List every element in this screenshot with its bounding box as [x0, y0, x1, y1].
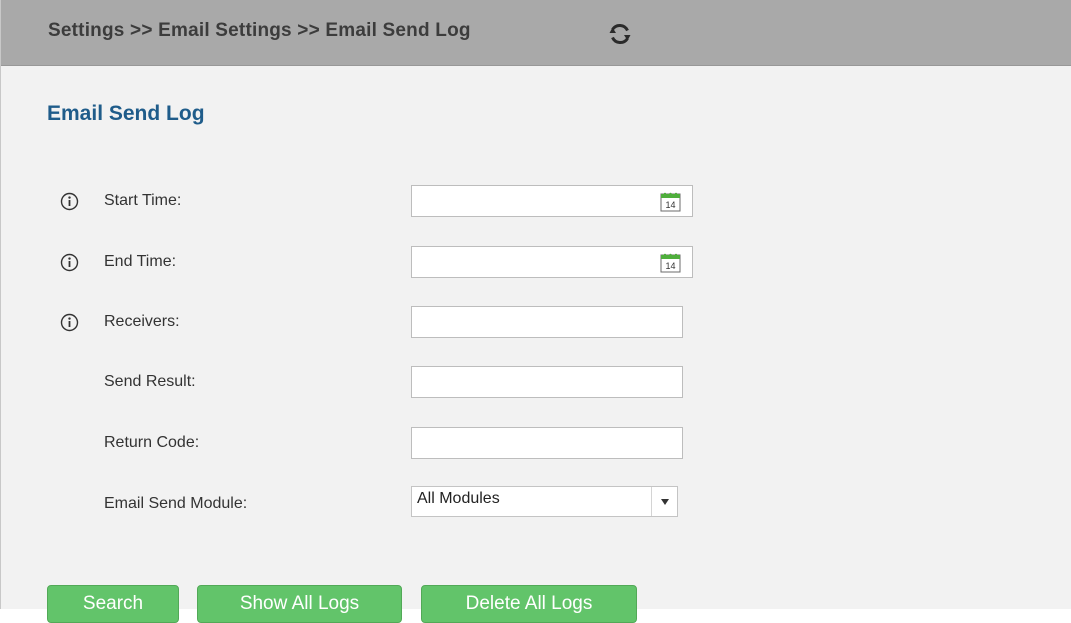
- return-code-row: Return Code:: [0, 427, 700, 459]
- email-send-module-label: Email Send Module:: [104, 495, 248, 512]
- email-send-module-value: All Modules: [417, 490, 500, 507]
- info-icon[interactable]: [60, 313, 79, 332]
- receivers-label: Receivers:: [104, 313, 180, 330]
- end-time-row: End Time: 14: [0, 246, 700, 278]
- receivers-input[interactable]: [411, 306, 683, 338]
- breadcrumb-bar: Settings >> Email Settings >> Email Send…: [1, 0, 1071, 66]
- return-code-input[interactable]: [411, 427, 683, 459]
- email-send-module-row: Email Send Module: All Modules: [0, 484, 700, 517]
- breadcrumb: Settings >> Email Settings >> Email Send…: [48, 20, 471, 41]
- calendar-day: 14: [665, 261, 675, 271]
- page-frame: [0, 0, 1071, 609]
- search-button[interactable]: Search: [47, 585, 179, 623]
- show-all-logs-button[interactable]: Show All Logs: [197, 585, 402, 623]
- dropdown-toggle[interactable]: [651, 487, 677, 516]
- receivers-row: Receivers:: [0, 306, 700, 338]
- send-result-label: Send Result:: [104, 373, 196, 390]
- refresh-icon[interactable]: [607, 21, 633, 47]
- end-time-label: End Time:: [104, 253, 177, 270]
- send-result-input[interactable]: [411, 366, 683, 398]
- calendar-icon[interactable]: 14: [660, 252, 681, 273]
- calendar-icon[interactable]: 14: [660, 191, 681, 212]
- chevron-down-icon: [660, 498, 669, 505]
- info-icon[interactable]: [60, 253, 79, 272]
- page-title: Email Send Log: [47, 102, 205, 125]
- start-time-row: Start Time: 14: [0, 185, 700, 217]
- end-time-input[interactable]: [411, 246, 693, 278]
- calendar-day: 14: [665, 200, 675, 210]
- send-result-row: Send Result:: [0, 366, 700, 398]
- info-icon[interactable]: [60, 192, 79, 211]
- start-time-label: Start Time:: [104, 192, 182, 209]
- return-code-label: Return Code:: [104, 434, 200, 451]
- start-time-input[interactable]: [411, 185, 693, 217]
- delete-all-logs-button[interactable]: Delete All Logs: [421, 585, 637, 623]
- email-send-module-select[interactable]: All Modules: [411, 486, 678, 517]
